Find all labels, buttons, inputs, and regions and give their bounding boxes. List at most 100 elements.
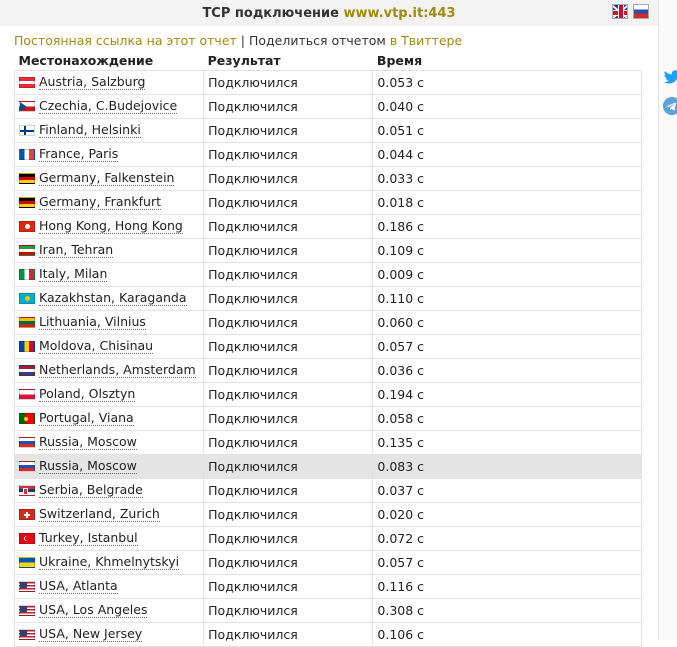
location-link[interactable]: Czechia, C.Budejovice — [39, 98, 178, 114]
location-link[interactable]: Turkey, Istanbul — [39, 530, 138, 546]
location-cell: Turkey, Istanbul — [13, 526, 205, 551]
us-flag-icon — [19, 580, 35, 592]
results-table: Местонахождение Результат Время Austria,… — [13, 50, 642, 647]
result-cell: Подключился — [203, 238, 374, 263]
location-link[interactable]: Germany, Frankfurt — [39, 194, 162, 210]
table-row: Lithuania, Vilnius Подключился 0.060 с — [13, 310, 642, 335]
time-cell: 0.018 с — [372, 190, 642, 215]
permalink-link[interactable]: Постоянная ссылка на этот отчет — [14, 33, 237, 48]
location-cell: Kazakhstan, Karaganda — [13, 286, 205, 311]
location-cell: Austria, Salzburg — [13, 70, 205, 95]
twitter-icon[interactable] — [663, 68, 677, 86]
location-cell: Netherlands, Amsterdam — [13, 358, 205, 383]
location-cell: USA, Los Angeles — [13, 598, 205, 623]
table-row: Germany, Falkenstein Подключился 0.033 с — [13, 166, 642, 191]
result-cell: Подключился — [203, 118, 374, 143]
table-header-row: Местонахождение Результат Время — [15, 50, 642, 71]
table-row: Serbia, Belgrade Подключился 0.037 с — [13, 478, 642, 503]
location-link[interactable]: Austria, Salzburg — [39, 74, 146, 90]
share-separator: | — [236, 33, 249, 48]
location-cell: France, Paris — [13, 142, 205, 167]
location-link[interactable]: USA, Los Angeles — [39, 602, 148, 618]
header-location: Местонахождение — [18, 52, 154, 68]
title-host[interactable]: www.vtp.it:443 — [343, 6, 455, 21]
kz-flag-icon — [19, 292, 35, 304]
russia-flag-icon[interactable] — [633, 4, 649, 19]
location-link[interactable]: USA, Atlanta — [39, 578, 118, 594]
us-flag-icon — [19, 604, 35, 616]
result-cell: Подключился — [203, 94, 374, 119]
pt-flag-icon — [19, 412, 35, 424]
location-link[interactable]: Moldova, Chisinau — [39, 338, 154, 354]
de-flag-icon — [19, 172, 35, 184]
location-link[interactable]: Netherlands, Amsterdam — [39, 362, 196, 378]
location-cell: Hong Kong, Hong Kong — [13, 214, 205, 239]
result-cell: Подключился — [203, 478, 374, 503]
location-link[interactable]: Poland, Olsztyn — [39, 386, 136, 402]
time-cell: 0.135 с — [372, 430, 642, 455]
title-bar: TCP подключение www.vtp.it:443 — [0, 0, 658, 26]
share-text: Поделиться отчетом — [248, 33, 390, 48]
twitter-share-link[interactable]: в Твиттере — [390, 33, 462, 48]
time-cell: 0.116 с — [372, 574, 642, 599]
time-cell: 0.036 с — [372, 358, 642, 383]
rs-flag-icon — [19, 484, 35, 496]
us-flag-icon — [19, 628, 35, 640]
time-cell: 0.057 с — [372, 334, 642, 359]
results-body: Austria, Salzburg Подключился 0.053 с Czech… — [13, 70, 642, 647]
result-cell: Подключился — [203, 454, 374, 479]
time-cell: 0.110 с — [372, 286, 642, 311]
location-link[interactable]: Russia, Moscow — [39, 434, 137, 450]
location-cell: Lithuania, Vilnius — [13, 310, 205, 335]
location-cell: USA, Atlanta — [13, 574, 205, 599]
result-cell: Подключился — [203, 526, 374, 551]
table-row: Italy, Milan Подключился 0.009 с — [13, 262, 642, 287]
location-link[interactable]: Italy, Milan — [39, 266, 108, 282]
location-link[interactable]: Switzerland, Zurich — [39, 506, 160, 522]
location-link[interactable]: Finland, Helsinki — [39, 122, 141, 138]
header-result: Результат — [207, 52, 281, 68]
table-row: Hong Kong, Hong Kong Подключился 0.186 с — [13, 214, 642, 239]
time-cell: 0.072 с — [372, 526, 642, 551]
location-link[interactable]: France, Paris — [39, 146, 119, 162]
table-row: Ukraine, Khmelnytskyi Подключился 0.057 с — [13, 550, 642, 575]
location-link[interactable]: Lithuania, Vilnius — [39, 314, 146, 330]
result-cell: Подключился — [203, 142, 374, 167]
result-cell: Подключился — [203, 598, 374, 623]
location-cell: Ukraine, Khmelnytskyi — [13, 550, 205, 575]
result-cell: Подключился — [203, 310, 374, 335]
time-cell: 0.053 с — [372, 70, 642, 95]
table-row: Russia, Moscow Подключился 0.135 с — [13, 430, 642, 455]
time-cell: 0.109 с — [372, 238, 642, 263]
location-cell: Czechia, C.Budejovice — [13, 94, 205, 119]
location-cell: Russia, Moscow — [13, 430, 205, 455]
location-link[interactable]: Kazakhstan, Karaganda — [39, 290, 187, 306]
result-cell: Подключился — [203, 406, 374, 431]
table-row: France, Paris Подключился 0.044 с — [13, 142, 642, 167]
result-cell: Подключился — [203, 430, 374, 455]
location-link[interactable]: Germany, Falkenstein — [39, 170, 175, 186]
location-link[interactable]: USA, New Jersey — [39, 626, 143, 642]
title-prefix: TCP подключение — [202, 6, 339, 21]
time-cell: 0.040 с — [372, 94, 642, 119]
location-link[interactable]: Russia, Moscow — [39, 458, 137, 474]
result-cell: Подключился — [203, 358, 374, 383]
location-link[interactable]: Portugal, Viana — [39, 410, 134, 426]
location-link[interactable]: Serbia, Belgrade — [39, 482, 143, 498]
location-link[interactable]: Iran, Tehran — [39, 242, 114, 258]
uk-flag-icon[interactable] — [612, 4, 628, 19]
table-row: Czechia, C.Budejovice Подключился 0.040 с — [13, 94, 642, 119]
time-cell: 0.057 с — [372, 550, 642, 575]
location-cell: USA, New Jersey — [13, 622, 205, 647]
de-flag-icon — [19, 196, 35, 208]
result-cell: Подключился — [203, 286, 374, 311]
table-row: Portugal, Viana Подключился 0.058 с — [13, 406, 642, 431]
location-link[interactable]: Ukraine, Khmelnytskyi — [39, 554, 180, 570]
location-link[interactable]: Hong Kong, Hong Kong — [39, 218, 183, 234]
table-row: Netherlands, Amsterdam Подключился 0.036 с — [13, 358, 642, 383]
ru-flag-icon — [19, 460, 35, 472]
nl-flag-icon — [19, 364, 35, 376]
telegram-icon[interactable] — [663, 97, 677, 115]
location-cell: Iran, Tehran — [13, 238, 205, 263]
time-cell: 0.058 с — [372, 406, 642, 431]
